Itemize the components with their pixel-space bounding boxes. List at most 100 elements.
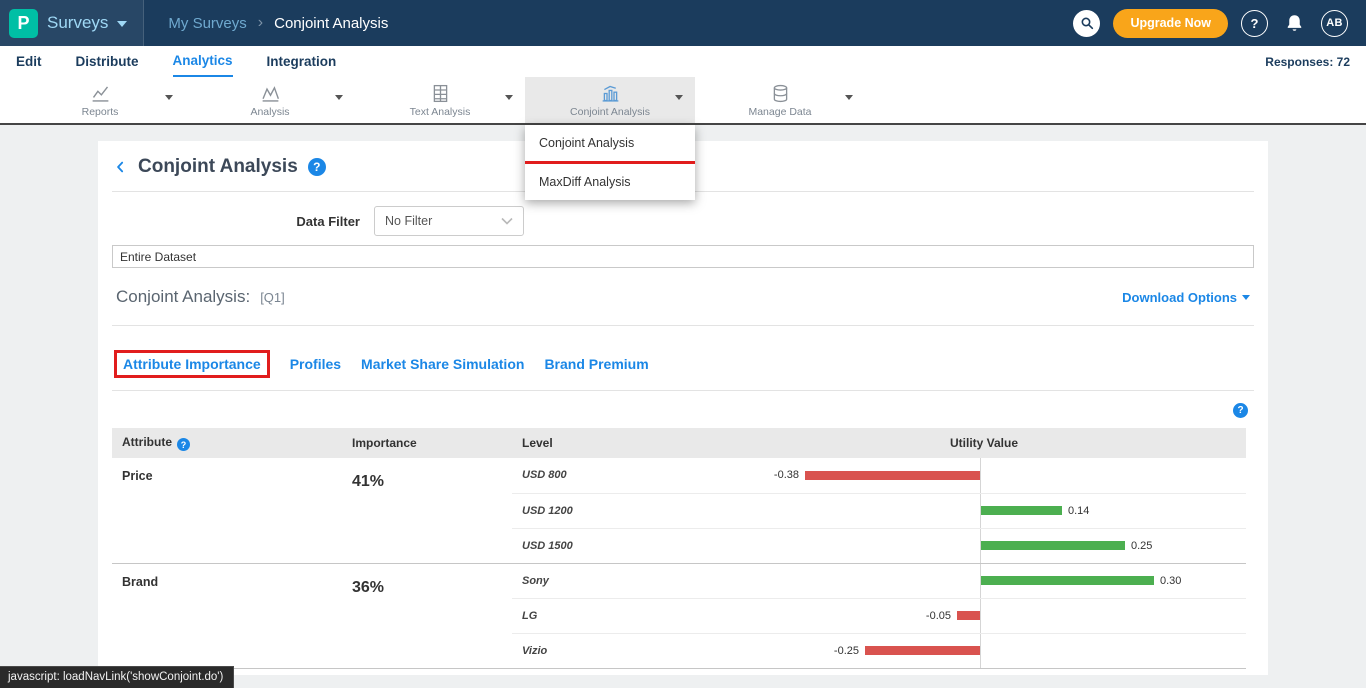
chevron-down-icon: [501, 217, 513, 225]
toolbar-item-conjoint-analysis[interactable]: Conjoint Analysis: [525, 77, 695, 123]
level-label: USD 1500: [512, 528, 757, 563]
section-title: Conjoint Analysis:: [116, 287, 250, 307]
utility-bar-cell: 0.14: [757, 493, 1246, 528]
level-label: Sony: [512, 563, 757, 598]
data-filter-value: No Filter: [385, 214, 432, 228]
toolbar-item-label: Reports: [82, 106, 119, 118]
product-switcher[interactable]: P Surveys: [0, 0, 144, 46]
utility-bar-cell: -0.05: [757, 598, 1246, 633]
utility-bar-cell: -0.25: [757, 633, 1246, 668]
help-button[interactable]: ?: [1241, 10, 1268, 37]
attribute-name: Price: [112, 458, 342, 563]
dropdown-item-maxdiff-analysis[interactable]: MaxDiff Analysis: [525, 164, 695, 200]
chevron-down-icon[interactable]: [165, 95, 173, 100]
responses-count: Responses: 72: [1265, 55, 1350, 69]
chevron-down-icon[interactable]: [845, 95, 853, 100]
toolbar-item-text-analysis[interactable]: Text Analysis: [355, 77, 525, 123]
upgrade-now-button[interactable]: Upgrade Now: [1113, 9, 1228, 38]
toolbar-item-analysis[interactable]: Analysis: [185, 77, 355, 123]
analytics-toolbar: Reports AnalysisText Analysis Conjoint Ana…: [0, 77, 1366, 125]
utility-bar-group: -0.05: [926, 599, 980, 633]
utility-bar-cell: 0.30: [757, 563, 1246, 598]
toolbar-items: Reports AnalysisText Analysis Conjoint Ana…: [15, 77, 865, 123]
utility-bar: [865, 646, 980, 655]
page-body: Conjoint Analysis ? Data Filter No Filte…: [0, 125, 1366, 675]
level-label: USD 800: [512, 458, 757, 493]
level-label: Vizio: [512, 633, 757, 668]
utility-table-body: Price41%USD 800 -0.38 USD 1200 0.14 USD 1500…: [112, 458, 1246, 668]
download-options-label: Download Options: [1122, 290, 1237, 305]
questionpro-logo: P: [9, 9, 38, 38]
utility-bar: [981, 576, 1154, 585]
level-label: USD 1200: [512, 493, 757, 528]
tab-attribute-importance[interactable]: Attribute Importance: [114, 350, 270, 378]
chevron-left-icon: [114, 160, 128, 174]
table-header-row: Attribute? Importance Level Utility Valu…: [112, 428, 1246, 458]
utility-value-label: 0.14: [1068, 505, 1089, 517]
bell-icon: [1284, 13, 1305, 34]
utility-table: Attribute? Importance Level Utility Valu…: [112, 428, 1246, 669]
toolbar-item-label: Conjoint Analysis: [570, 106, 650, 118]
status-tooltip: javascript: loadNavLink('showConjoint.do…: [0, 666, 234, 688]
page-title: Conjoint Analysis: [138, 156, 298, 178]
chevron-down-icon: [1242, 295, 1250, 300]
dataset-field[interactable]: [112, 245, 1254, 268]
utility-bar-group: 0.25: [981, 529, 1152, 563]
chevron-down-icon[interactable]: [505, 95, 513, 100]
tab-profiles[interactable]: Profiles: [290, 356, 341, 372]
survey-nav: Edit Distribute Analytics Integration Respo…: [0, 46, 1366, 77]
breadcrumb: My Surveys › Conjoint Analysis: [168, 14, 388, 32]
utility-bar-group: -0.38: [774, 458, 980, 493]
back-button[interactable]: [114, 160, 128, 174]
header-importance: Importance: [342, 428, 512, 458]
search-button[interactable]: [1073, 10, 1100, 37]
breadcrumb-current: Conjoint Analysis: [274, 15, 388, 32]
table-help-row: ?: [112, 403, 1254, 418]
notifications-button[interactable]: [1281, 10, 1308, 37]
topbar: P Surveys My Surveys › Conjoint Analysis…: [0, 0, 1366, 46]
avatar[interactable]: AB: [1321, 10, 1348, 37]
topbar-actions: Upgrade Now ? AB: [1073, 9, 1366, 38]
nav-tab-edit[interactable]: Edit: [16, 46, 42, 77]
analysis-chart-icon: [260, 83, 281, 104]
table-help-icon[interactable]: ?: [1233, 403, 1248, 418]
search-icon: [1079, 15, 1095, 31]
title-help-icon[interactable]: ?: [308, 158, 326, 176]
toolbar-item-manage-data[interactable]: Manage Data: [695, 77, 865, 123]
data-filter-label: Data Filter: [112, 214, 360, 229]
nav-tab-integration[interactable]: Integration: [267, 46, 337, 77]
header-utility-value: Utility Value: [757, 428, 1246, 458]
level-label: LG: [512, 598, 757, 633]
chevron-down-icon[interactable]: [675, 95, 683, 100]
divider: [112, 325, 1254, 326]
utility-bar-cell: 0.25: [757, 528, 1246, 563]
toolbar-item-label: Manage Data: [748, 106, 811, 118]
utility-bar: [805, 471, 980, 480]
conjoint-chart-icon: [600, 83, 621, 104]
utility-bar-group: 0.14: [981, 494, 1089, 528]
tab-brand-premium[interactable]: Brand Premium: [544, 356, 648, 372]
data-filter-select[interactable]: No Filter: [374, 206, 524, 236]
utility-bar-group: -0.25: [834, 634, 980, 668]
database-icon: [770, 83, 791, 104]
toolbar-item-reports[interactable]: Reports: [15, 77, 185, 123]
download-options-link[interactable]: Download Options: [1122, 290, 1250, 305]
utility-bar: [981, 506, 1062, 515]
utility-value-label: -0.38: [774, 469, 799, 481]
breadcrumb-my-surveys[interactable]: My Surveys: [168, 15, 246, 32]
dropdown-item-conjoint-analysis[interactable]: Conjoint Analysis: [525, 125, 695, 161]
product-label: Surveys: [47, 13, 108, 33]
nav-tab-distribute[interactable]: Distribute: [76, 46, 139, 77]
tab-market-share-simulation[interactable]: Market Share Simulation: [361, 356, 524, 372]
attribute-help-icon[interactable]: ?: [177, 438, 190, 451]
data-filter-row: Data Filter No Filter: [112, 206, 1254, 236]
divider: [112, 390, 1254, 391]
nav-tab-analytics[interactable]: Analytics: [173, 46, 233, 77]
section-heading-row: Conjoint Analysis: [Q1] Download Options: [112, 287, 1254, 307]
chevron-down-icon[interactable]: [335, 95, 343, 100]
importance-value: 41%: [342, 458, 512, 563]
chevron-right-icon: ›: [258, 14, 263, 32]
result-tabs: Attribute Importance Profiles Market Share…: [112, 350, 1254, 378]
question-reference: [Q1]: [260, 290, 285, 305]
utility-bar-group: 0.30: [981, 564, 1181, 598]
